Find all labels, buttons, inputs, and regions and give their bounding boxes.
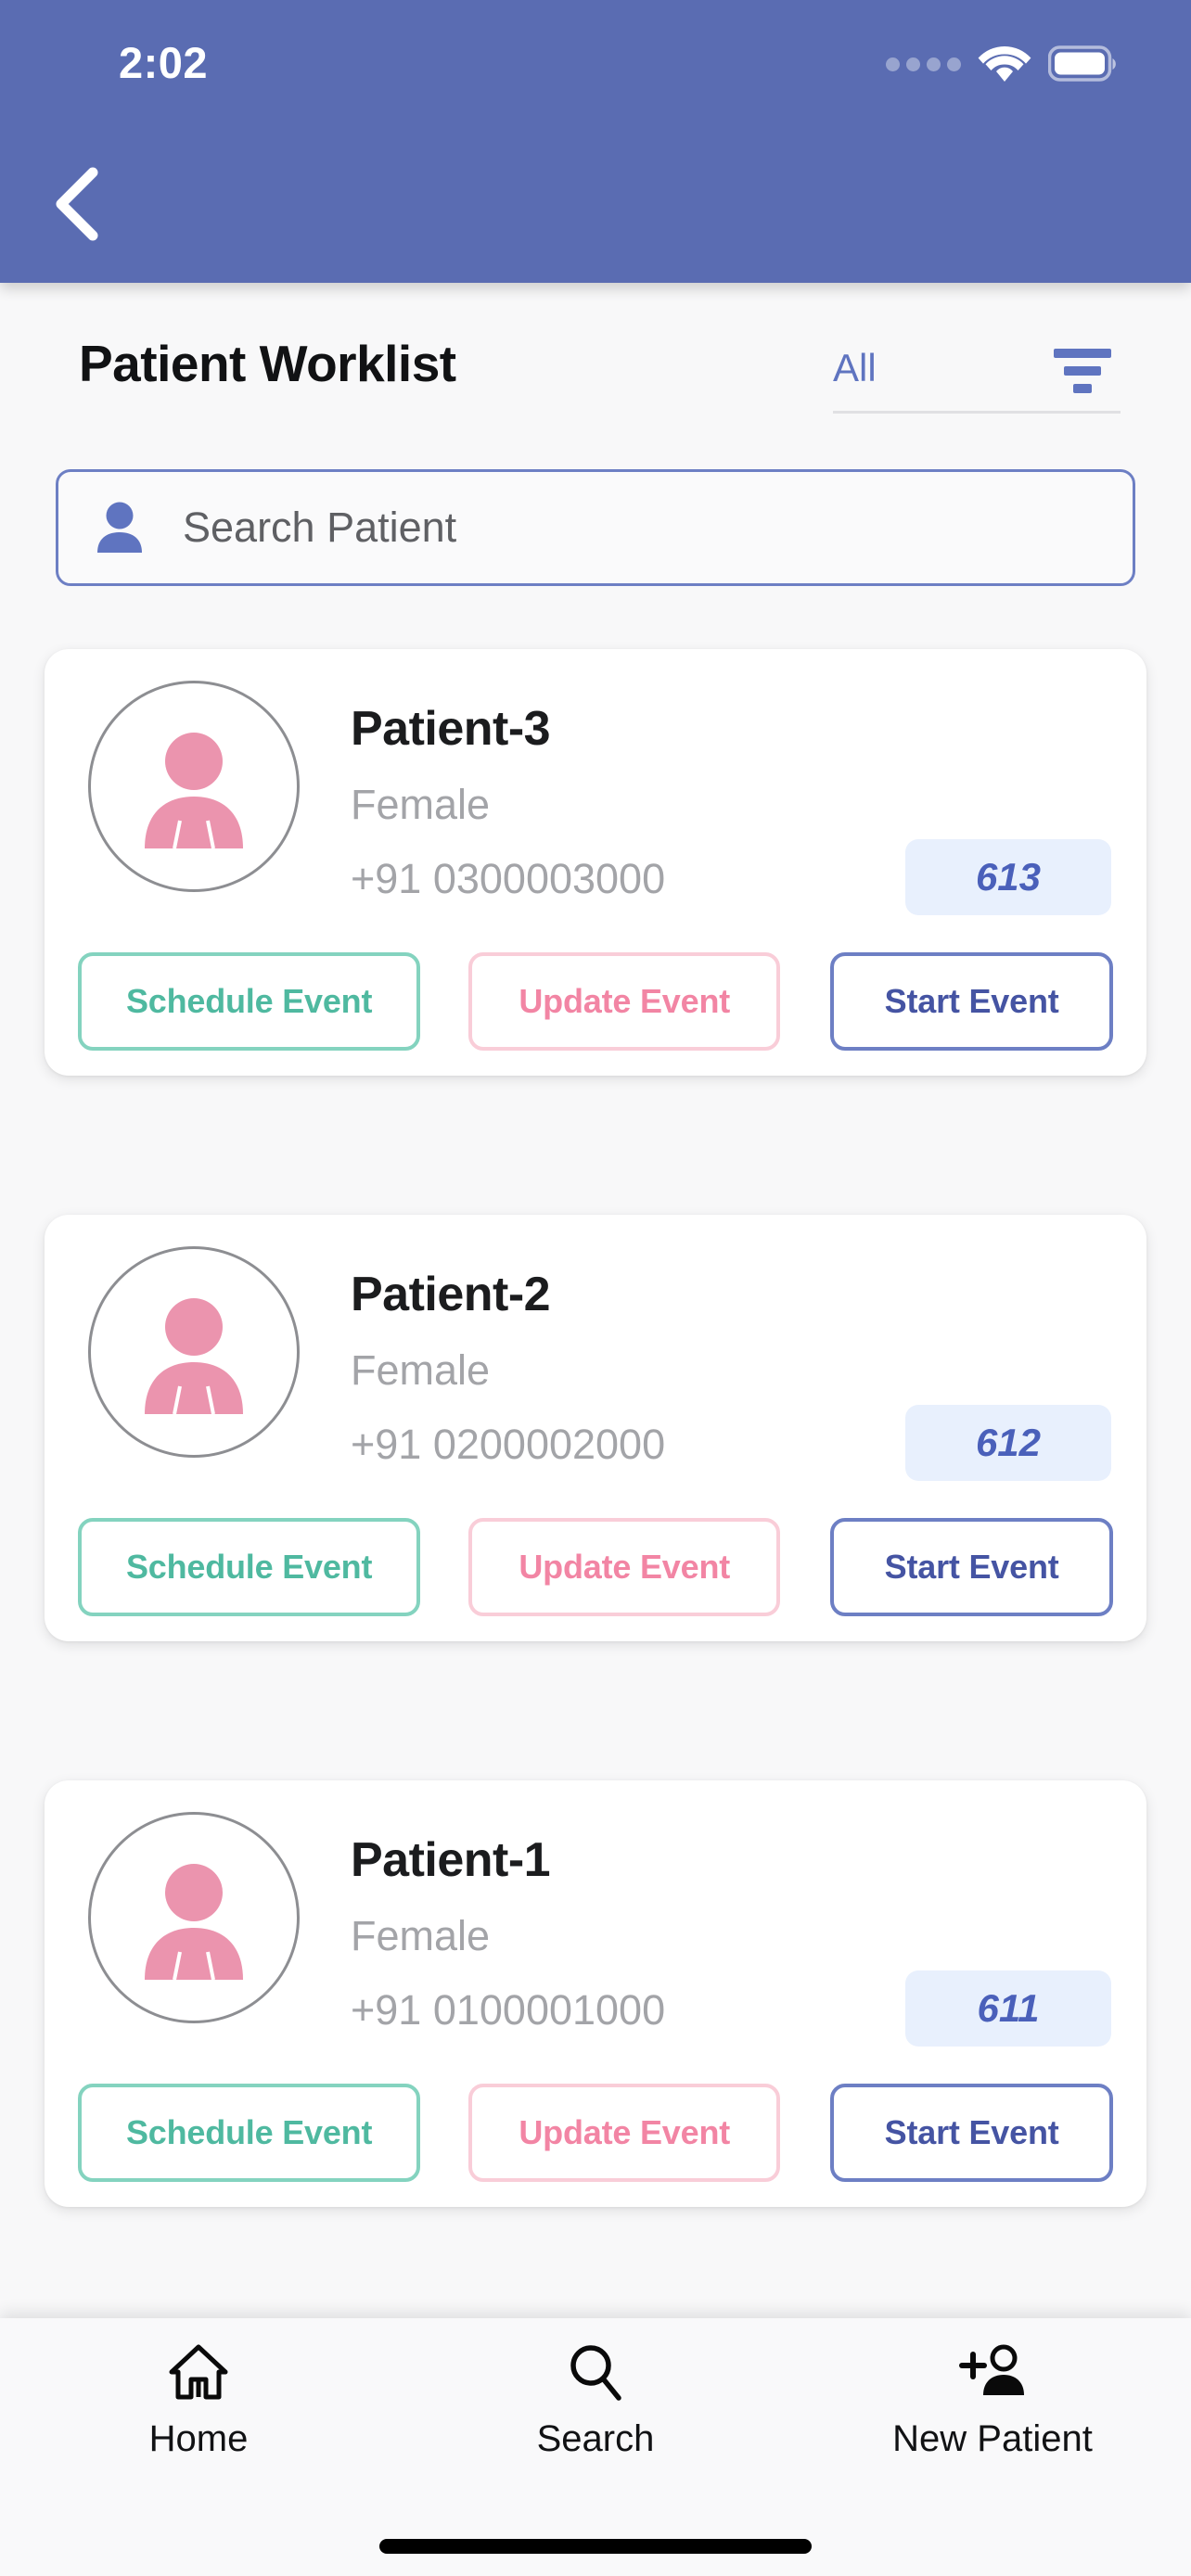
female-patient-avatar-icon <box>145 1298 243 1415</box>
patient-card-actions: Schedule Event Update Event Start Event <box>45 1493 1146 1641</box>
patient-gender: Female <box>351 1346 491 1394</box>
search-patient-placeholder: Search Patient <box>183 504 457 551</box>
home-icon <box>167 2339 230 2405</box>
wifi-icon <box>978 45 1031 82</box>
patient-summary: Patient-1 Female +91 0100001000 611 <box>45 1780 1146 2059</box>
schedule-event-button[interactable]: Schedule Event <box>78 952 421 1051</box>
person-icon <box>97 502 142 553</box>
patient-summary: Patient-3 Female +91 0300003000 613 <box>45 649 1146 927</box>
patient-phone: +91 0300003000 <box>351 855 666 902</box>
patient-card-actions: Schedule Event Update Event Start Event <box>45 927 1146 1076</box>
back-button[interactable] <box>35 162 119 246</box>
search-patient-field[interactable]: Search Patient <box>56 469 1135 586</box>
female-patient-avatar-icon <box>145 733 243 849</box>
nav-item-search[interactable]: Search <box>397 2339 794 2496</box>
app-bar: 2:02 <box>0 0 1191 283</box>
cellular-dots-icon <box>886 57 961 71</box>
app-screen: 2:02 Patient Worklist All Search Patient… <box>0 0 1191 2576</box>
patient-name: Patient-1 <box>351 1833 551 1887</box>
update-event-button[interactable]: Update Event <box>468 952 781 1051</box>
patient-id-badge: 613 <box>905 839 1111 915</box>
update-event-button[interactable]: Update Event <box>468 2084 781 2182</box>
start-event-button[interactable]: Start Event <box>830 1518 1113 1616</box>
page-header: Patient Worklist All <box>0 315 1191 427</box>
patient-card[interactable]: Patient-2 Female +91 0200002000 612 Schedule… <box>45 1215 1146 1641</box>
schedule-event-button[interactable]: Schedule Event <box>78 2084 421 2182</box>
nav-item-new-patient[interactable]: New Patient <box>794 2339 1191 2496</box>
patient-card[interactable]: Patient-1 Female +91 0100001000 611 Schedule… <box>45 1780 1146 2207</box>
status-filter-value: All <box>833 346 877 389</box>
patient-gender: Female <box>351 781 491 828</box>
avatar <box>88 1246 300 1458</box>
update-event-button[interactable]: Update Event <box>468 1518 781 1616</box>
battery-full-icon <box>1048 45 1116 82</box>
home-indicator <box>379 2539 812 2554</box>
filter-lines-icon[interactable] <box>1052 349 1113 395</box>
start-event-button[interactable]: Start Event <box>830 2084 1113 2182</box>
patient-summary: Patient-2 Female +91 0200002000 612 <box>45 1215 1146 1493</box>
avatar <box>88 1812 300 2023</box>
patient-phone: +91 0200002000 <box>351 1421 666 1468</box>
status-filter-dropdown[interactable]: All <box>833 341 1121 414</box>
patient-name: Patient-2 <box>351 1268 551 1321</box>
person-add-icon <box>957 2339 1028 2405</box>
female-patient-avatar-icon <box>145 1864 243 1981</box>
nav-item-home[interactable]: Home <box>0 2339 397 2496</box>
patient-phone: +91 0100001000 <box>351 1986 666 2034</box>
patient-id-badge: 612 <box>905 1405 1111 1481</box>
status-time: 2:02 <box>119 38 209 87</box>
chevron-left-icon <box>56 167 98 241</box>
nav-label-new-patient: New Patient <box>892 2418 1093 2459</box>
nav-label-home: Home <box>148 2418 249 2459</box>
status-bar: 2:02 <box>0 0 1191 111</box>
patient-card[interactable]: Patient-3 Female +91 0300003000 613 Schedule… <box>45 649 1146 1076</box>
patient-name: Patient-3 <box>351 702 551 756</box>
schedule-event-button[interactable]: Schedule Event <box>78 1518 421 1616</box>
avatar <box>88 681 300 892</box>
patient-gender: Female <box>351 1912 491 1959</box>
page-title: Patient Worklist <box>79 335 456 392</box>
patient-id-badge: 611 <box>905 1970 1111 2047</box>
status-indicators <box>886 45 1119 83</box>
patient-card-actions: Schedule Event Update Event Start Event <box>45 2059 1146 2207</box>
bottom-navigation: Home Search New Patient <box>0 2318 1191 2576</box>
search-icon <box>564 2339 627 2405</box>
nav-label-search: Search <box>536 2418 655 2459</box>
start-event-button[interactable]: Start Event <box>830 952 1113 1051</box>
